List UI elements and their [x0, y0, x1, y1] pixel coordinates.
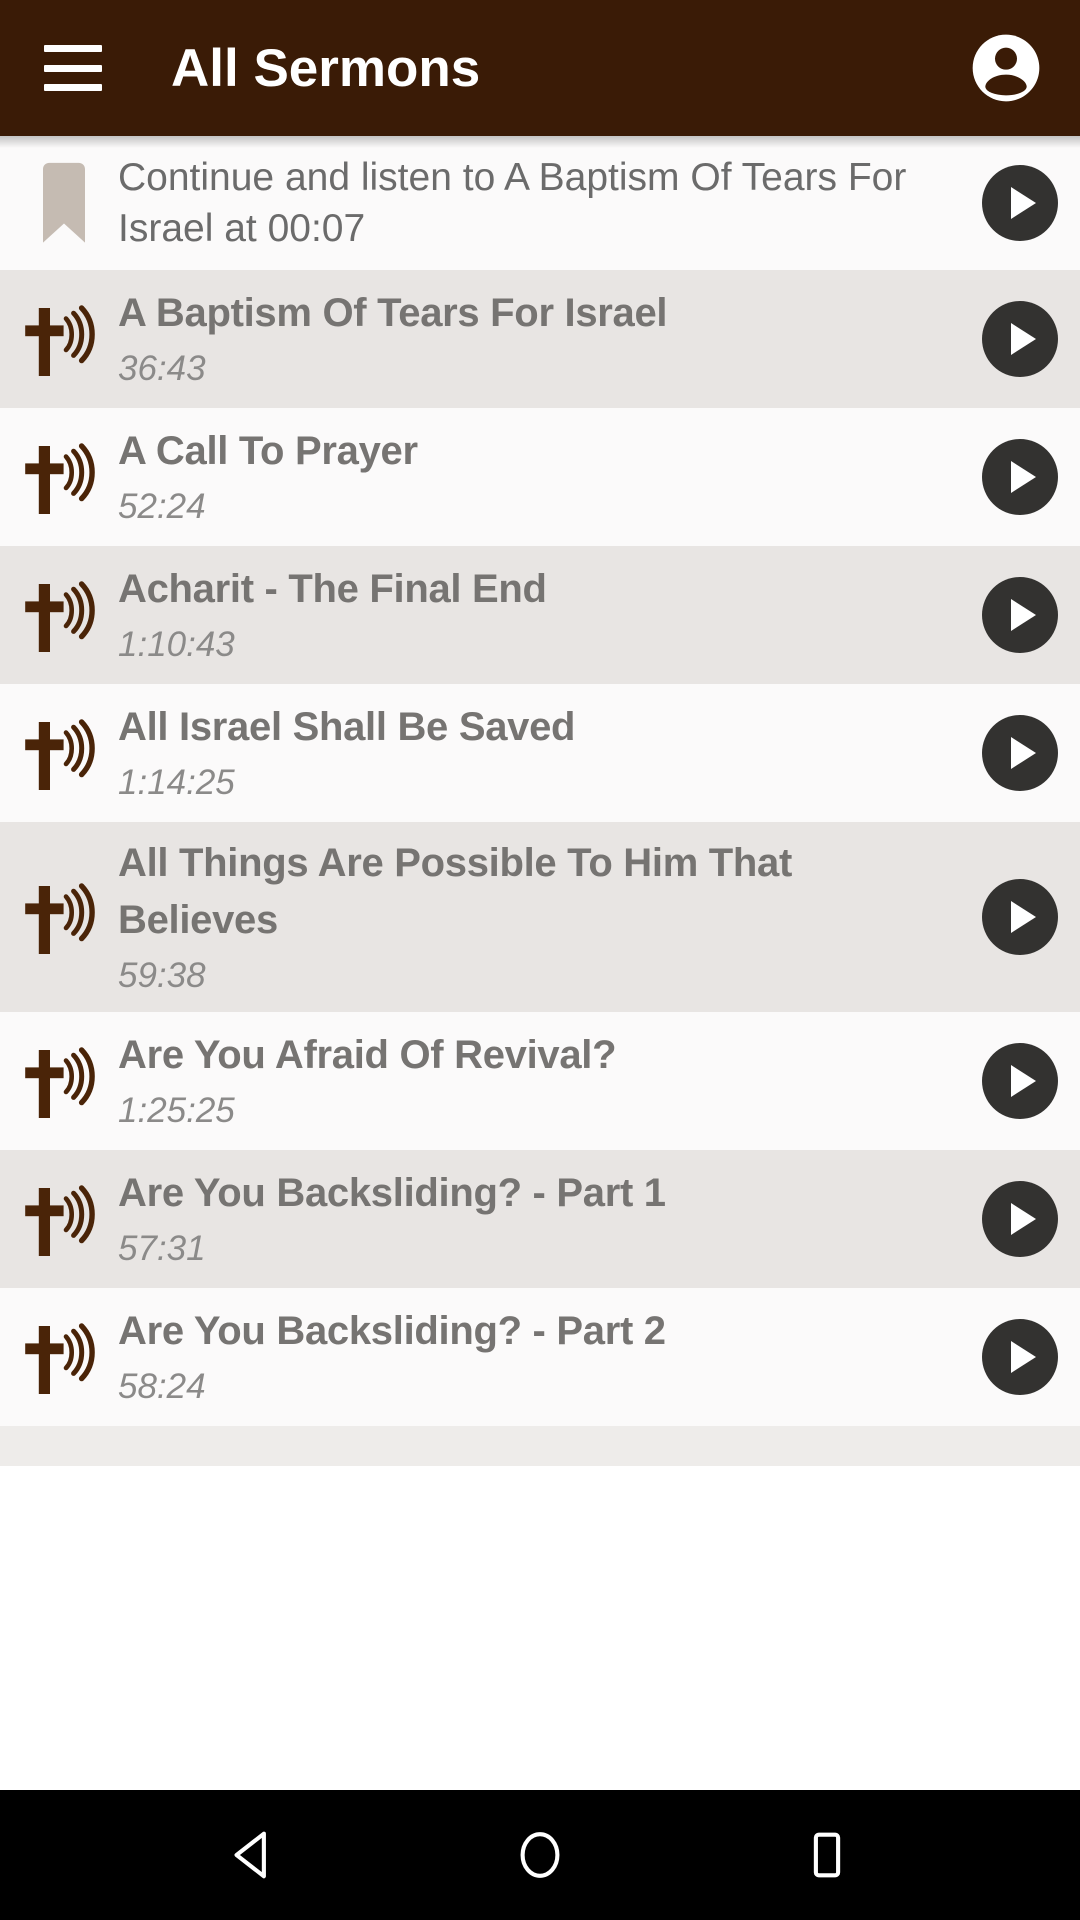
hamburger-bar: [44, 64, 102, 72]
account-circle-icon[interactable]: [966, 28, 1046, 108]
app-bar: All Sermons: [0, 0, 1080, 136]
sermon-row[interactable]: All Israel Shall Be Saved 1:14:25: [0, 684, 1080, 822]
play-button[interactable]: [982, 301, 1058, 377]
sermon-title: All Israel Shall Be Saved: [118, 705, 576, 749]
sermon-row[interactable]: A Baptism Of Tears For Israel 36:43: [0, 270, 1080, 408]
play-button[interactable]: [982, 439, 1058, 515]
sermon-row[interactable]: All Things Are Possible To Him That Beli…: [0, 822, 1080, 1012]
play-triangle-icon: [1011, 1203, 1036, 1235]
play-button[interactable]: [982, 715, 1058, 791]
cross-audio-icon: [22, 705, 106, 801]
sermon-title: A Baptism Of Tears For Israel: [118, 291, 668, 335]
sermon-duration: 1:25:25: [118, 1091, 235, 1130]
play-triangle-icon: [1011, 1065, 1036, 1097]
cross-audio-icon: [22, 1033, 106, 1129]
home-circle-icon[interactable]: [495, 1810, 585, 1900]
sermon-row[interactable]: Are You Afraid Of Revival? 1:25:25: [0, 1012, 1080, 1150]
cross-audio-icon: [22, 869, 106, 965]
sermon-duration: 36:43: [118, 349, 206, 388]
sermon-row[interactable]: A Call To Prayer 52:24: [0, 408, 1080, 546]
sermon-title: Acharit - The Final End: [118, 567, 547, 611]
hamburger-menu-icon[interactable]: [44, 45, 104, 91]
page-title: All Sermons: [171, 38, 481, 98]
list-bottom-spacer: [0, 1426, 1080, 1466]
cross-audio-icon: [22, 567, 106, 663]
sermon-row[interactable]: Are You Backsliding? - Part 2 58:24: [0, 1288, 1080, 1426]
back-triangle-icon[interactable]: [208, 1810, 298, 1900]
android-nav-bar: [0, 1790, 1080, 1920]
sermon-list: Continue and listen to A Baptism Of Tear…: [0, 136, 1080, 1790]
sermon-title: Are You Backsliding? - Part 1: [118, 1171, 666, 1215]
hamburger-bar: [44, 45, 102, 52]
hamburger-bar: [44, 84, 102, 91]
sermon-duration: 57:31: [118, 1229, 206, 1268]
sermon-row[interactable]: Are You Backsliding? - Part 1 57:31: [0, 1150, 1080, 1288]
sermon-duration: 1:10:43: [118, 625, 235, 664]
sermon-title: Are You Backsliding? - Part 2: [118, 1309, 666, 1353]
sermon-info: Acharit - The Final End 1:10:43: [118, 561, 982, 669]
sermon-info: All Things Are Possible To Him That Beli…: [118, 835, 982, 1000]
play-triangle-icon: [1011, 599, 1036, 631]
play-triangle-icon: [1011, 187, 1036, 219]
cross-audio-icon: [22, 1309, 106, 1405]
play-button[interactable]: [982, 1181, 1058, 1257]
play-button[interactable]: [982, 1043, 1058, 1119]
play-triangle-icon: [1011, 737, 1036, 769]
sermon-title: All Things Are Possible To Him That Beli…: [118, 840, 793, 942]
play-button[interactable]: [982, 879, 1058, 955]
cross-audio-icon: [22, 1171, 106, 1267]
sermon-info: A Baptism Of Tears For Israel 36:43: [118, 285, 982, 393]
sermon-row[interactable]: Acharit - The Final End 1:10:43: [0, 546, 1080, 684]
play-triangle-icon: [1011, 1341, 1036, 1373]
play-button[interactable]: [982, 165, 1058, 241]
cross-audio-icon: [22, 429, 106, 525]
sermon-info: Are You Afraid Of Revival? 1:25:25: [118, 1027, 982, 1135]
play-button[interactable]: [982, 577, 1058, 653]
bookmark-icon: [22, 161, 106, 245]
sermon-info: Are You Backsliding? - Part 2 58:24: [118, 1303, 982, 1411]
sermon-info: Are You Backsliding? - Part 1 57:31: [118, 1165, 982, 1273]
recents-square-icon[interactable]: [782, 1810, 872, 1900]
play-button[interactable]: [982, 1319, 1058, 1395]
sermon-duration: 58:24: [118, 1367, 206, 1406]
continue-listening-text: Continue and listen to A Baptism Of Tear…: [118, 156, 907, 250]
sermon-duration: 59:38: [118, 955, 206, 995]
sermon-rows-container: A Baptism Of Tears For Israel 36:43 A Call…: [0, 270, 1080, 1426]
sermon-info: A Call To Prayer 52:24: [118, 423, 982, 531]
sermon-info: All Israel Shall Be Saved 1:14:25: [118, 699, 982, 807]
app-screen: All Sermons Continue and listen to A Bap…: [0, 0, 1080, 1920]
sermon-duration: 1:14:25: [118, 763, 235, 802]
play-triangle-icon: [1011, 323, 1036, 355]
sermon-title: Are You Afraid Of Revival?: [118, 1033, 617, 1077]
sermon-title: A Call To Prayer: [118, 429, 418, 473]
sermon-duration: 52:24: [118, 487, 206, 526]
play-triangle-icon: [1011, 461, 1036, 493]
play-triangle-icon: [1011, 901, 1036, 933]
continue-listening-row[interactable]: Continue and listen to A Baptism Of Tear…: [0, 136, 1080, 270]
cross-audio-icon: [22, 291, 106, 387]
